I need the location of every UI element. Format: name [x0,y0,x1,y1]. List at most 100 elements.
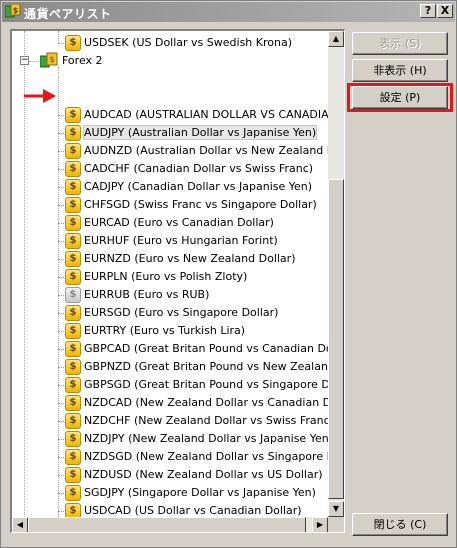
tree-item-chfsgd[interactable]: $ CHFSGD (Swiss Franc vs Singapore Dollar… [12,196,328,214]
symbols-dialog: $ 通貨ペアリスト ? X $ USDSEK (US Dollar vs Swe… [0,0,457,548]
tree-item-nzdchf[interactable]: $ NZDCHF (New Zealand Dollar vs Swiss Fra… [12,412,328,430]
dollar-icon: $ [65,287,81,303]
tree-item-label: NZDCHF (New Zealand Dollar vs Swiss Fran… [84,414,328,427]
tree-item-label: AUDNZD (Australian Dollar vs New Zealand… [84,144,328,157]
dollar-icon: $ [65,251,81,267]
tree-item-nzdsgd[interactable]: $ NZDSGD (New Zealand Dollar vs Singapore… [12,448,328,466]
dollar-icon: $ [65,125,81,141]
folder-icon: $ [40,52,58,68]
tree-item-eurtry[interactable]: $ EURTRY (Euro vs Turkish Lira) [12,322,328,340]
dollar-icon: $ [65,323,81,339]
scroll-thumb[interactable] [28,517,306,532]
tree-item-eurrub[interactable]: $ EURRUB (Euro vs RUB) [12,286,328,304]
tree-item-label: GBPSGD (Great Britan Pound vs Singapore … [84,378,328,391]
currency-pair-list-icon: $ [5,4,21,18]
svg-text:$: $ [13,6,19,15]
tree-item-nzdcad[interactable]: $ NZDCAD (New Zealand Dollar vs Canadian … [12,394,328,412]
horizontal-scrollbar[interactable]: ◀ ▶ [12,517,328,532]
dollar-icon: $ [65,197,81,213]
dollar-icon: $ [65,503,81,517]
tree-item-label: EURSGD (Euro vs Singapore Dollar) [84,306,279,319]
tree-item-eursgd[interactable]: $ EURSGD (Euro vs Singapore Dollar) [12,304,328,322]
dollar-icon: $ [65,341,81,357]
dollar-icon: $ [65,107,81,123]
tree-item-audcad[interactable]: $AUDCAD (AUSTRALIAN DOLLAR VS CANADIAN D… [12,106,328,124]
tree-item-label: CADJPY (Canadian Dollar vs Japanise Yen) [84,180,313,193]
tree-item-label: NZDSGD (New Zealand Dollar vs Singapore … [84,450,328,463]
dollar-icon: $ [65,359,81,375]
show-button[interactable]: 表示 (S) [352,32,448,55]
tree-item-label: NZDCAD (New Zealand Dollar vs Canadian D… [84,396,328,409]
tree-item-label: GBPCAD (Great Britan Pound vs Canadian D… [84,342,328,355]
tree-item-gbpcad[interactable]: $ GBPCAD (Great Britan Pound vs Canadian … [12,340,328,358]
close-window-button[interactable]: X [437,4,453,18]
dollar-icon: $ [65,431,81,447]
tree-item-label: EURNZD (Euro vs New Zealand Dollar) [84,252,296,265]
dollar-icon: $ [65,35,81,51]
tree-item-gbpnzd[interactable]: $ GBPNZD (Great Britan Pound vs New Zeala… [12,358,328,376]
window-title: 通貨ペアリスト [24,7,112,21]
help-button[interactable]: ? [420,4,436,18]
title-bar[interactable]: $ 通貨ペアリスト ? X [2,2,455,22]
tree-item-label: USDSEK (US Dollar vs Swedish Krona) [84,36,292,49]
tree-item-label: EURRUB (Euro vs RUB) [84,288,210,301]
settings-button[interactable]: 設定 (P) [352,86,448,109]
red-arrow-icon [24,89,56,103]
tree-item-label: USDCAD (US Dollar vs Canadian Dollar) [84,504,302,517]
tree-item-label: SGDJPY (Singapore Dollar vs Japanise Yen… [84,486,316,499]
tree-item-sgdjpy[interactable]: $ SGDJPY (Singapore Dollar vs Japanise Ye… [12,484,328,502]
tree-item-label: AUDJPY (Australian Dollar vs Japanise Ye… [82,125,318,140]
tree-item-label: EURPLN (Euro vs Polish Zloty) [84,270,248,283]
tree-item-eurhuf[interactable]: $ EURHUF (Euro vs Hungarian Forint) [12,232,328,250]
vertical-scrollbar[interactable]: ▲ ▼ [328,31,344,517]
dollar-icon: $ [65,413,81,429]
dollar-icon: $ [65,377,81,393]
tree-item-audjpy[interactable]: $ AUDJPY (Australian Dollar vs Japanise Y… [12,124,328,142]
dollar-icon: $ [65,233,81,249]
dollar-icon: $ [65,161,81,177]
collapse-toggle[interactable]: − [20,56,29,65]
scroll-thumb[interactable] [328,179,344,499]
tree-item-eurpln[interactable]: $ EURPLN (Euro vs Polish Zloty) [12,268,328,286]
tree-item-audnzd[interactable]: $ AUDNZD (Australian Dollar vs New Zealan… [12,142,328,160]
scroll-up-icon[interactable]: ▲ [328,31,344,47]
dollar-icon: $ [65,395,81,411]
symbol-tree[interactable]: $ USDSEK (US Dollar vs Swedish Krona) − … [10,29,345,533]
tree-item-label: AUDCAD (AUSTRALIAN DOLLAR VS CANADIAN DO… [84,108,328,121]
tree-group-label: Forex 2 [62,54,103,67]
scroll-down-icon[interactable]: ▼ [328,501,344,517]
dollar-icon: $ [65,179,81,195]
tree-item-eurnzd[interactable]: $ EURNZD (Euro vs New Zealand Dollar) [12,250,328,268]
dollar-icon: $ [65,305,81,321]
tree-item-usdcad[interactable]: $ USDCAD (US Dollar vs Canadian Dollar) [12,502,328,517]
scroll-left-icon[interactable]: ◀ [12,517,28,532]
tree-item-label: NZDUSD (New Zealand Dollar vs US Dollar) [84,468,323,481]
scroll-right-icon[interactable]: ▶ [312,517,328,532]
tree-rows: $ USDSEK (US Dollar vs Swedish Krona) − … [12,31,328,517]
tree-item-gbpsgd[interactable]: $ GBPSGD (Great Britan Pound vs Singapore… [12,376,328,394]
dollar-icon: $ [65,467,81,483]
tree-item-cadjpy[interactable]: $ CADJPY (Canadian Dollar vs Japanise Yen… [12,178,328,196]
dollar-icon: $ [65,485,81,501]
dollar-icon: $ [65,215,81,231]
tree-item-label: EURHUF (Euro vs Hungarian Forint) [84,234,278,247]
tree-item-label: EURCAD (Euro vs Canadian Dollar) [84,216,274,229]
tree-item-label: CHFSGD (Swiss Franc vs Singapore Dollar) [84,198,317,211]
tree-item-usdsek[interactable]: $ USDSEK (US Dollar vs Swedish Krona) [12,34,328,52]
hide-button[interactable]: 非表示 (H) [352,59,448,82]
svg-text:$: $ [49,55,54,64]
scrollbar-corner [328,517,344,532]
tree-item-label: NZDJPY (New Zealand Dollar vs Japanise Y… [84,432,328,445]
tree-item-label: GBPNZD (Great Britan Pound vs New Zealan… [84,360,328,373]
tree-item-cadchf[interactable]: $ CADCHF (Canadian Dollar vs Swiss Franc) [12,160,328,178]
tree-item-nzdusd[interactable]: $ NZDUSD (New Zealand Dollar vs US Dollar… [12,466,328,484]
tree-group-forex2[interactable]: − $ Forex 2 [12,52,328,70]
tree-item-label: EURTRY (Euro vs Turkish Lira) [84,324,246,337]
dollar-icon: $ [65,143,81,159]
tree-item-label: CADCHF (Canadian Dollar vs Swiss Franc) [84,162,314,175]
tree-item-nzdjpy[interactable]: $ NZDJPY (New Zealand Dollar vs Japanise … [12,430,328,448]
close-button[interactable]: 閉じる (C) [352,513,448,536]
dollar-icon: $ [65,449,81,465]
dollar-icon: $ [65,269,81,285]
tree-item-eurcad[interactable]: $ EURCAD (Euro vs Canadian Dollar) [12,214,328,232]
